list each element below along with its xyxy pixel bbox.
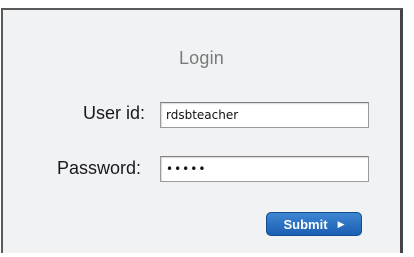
submit-button-label: Submit — [283, 216, 328, 232]
arrow-right-icon: ▶ — [337, 218, 345, 229]
user-id-label: User id: — [83, 103, 146, 123]
password-input[interactable]: ••••• — [160, 156, 369, 182]
password-label: Password: — [57, 158, 142, 178]
login-panel: Login User id: Password: ••••• Submit ▶ — [1, 8, 403, 253]
login-page: Login User id: Password: ••••• Submit ▶ — [0, 0, 414, 257]
user-id-input[interactable] — [160, 102, 369, 128]
login-title: Login — [178, 48, 225, 68]
submit-button[interactable]: Submit ▶ — [266, 212, 362, 236]
